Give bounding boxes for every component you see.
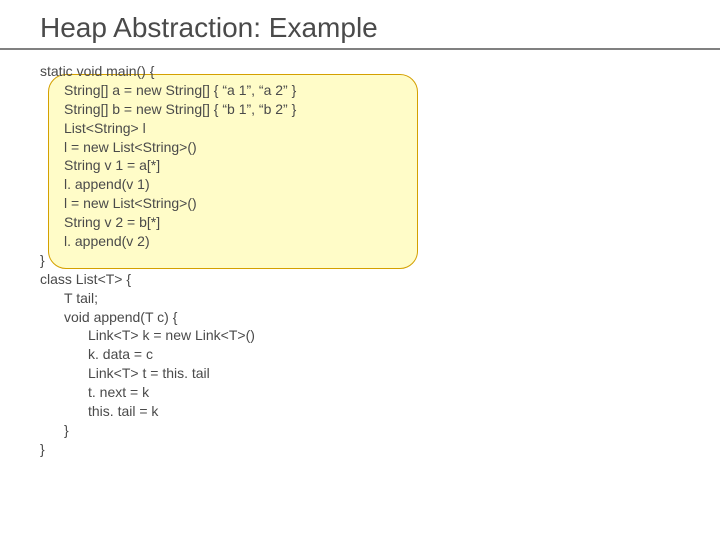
code-block: static void main() { String[] a = new St… xyxy=(40,62,296,459)
code-line: void append(T c) { xyxy=(40,308,296,327)
code-line: l. append(v 2) xyxy=(40,232,296,251)
code-line: t. next = k xyxy=(40,383,296,402)
code-line: T tail; xyxy=(40,289,296,308)
code-line: l = new List<String>() xyxy=(40,194,296,213)
code-line: l = new List<String>() xyxy=(40,138,296,157)
page-title: Heap Abstraction: Example xyxy=(40,12,378,44)
code-line: String[] b = new String[] { “b 1”, “b 2”… xyxy=(40,100,296,119)
code-line: static void main() { xyxy=(40,62,296,81)
code-line: class List<T> { xyxy=(40,270,296,289)
code-line: this. tail = k xyxy=(40,402,296,421)
code-line: String[] a = new String[] { “a 1”, “a 2”… xyxy=(40,81,296,100)
code-line: l. append(v 1) xyxy=(40,175,296,194)
code-line: List<String> l xyxy=(40,119,296,138)
code-line: Link<T> k = new Link<T>() xyxy=(40,326,296,345)
code-line: k. data = c xyxy=(40,345,296,364)
code-line: String v 2 = b[*] xyxy=(40,213,296,232)
code-line: } xyxy=(40,421,296,440)
code-line: String v 1 = a[*] xyxy=(40,156,296,175)
code-line: Link<T> t = this. tail xyxy=(40,364,296,383)
title-underline xyxy=(0,48,720,50)
code-line: } xyxy=(40,440,296,459)
code-line: } xyxy=(40,251,296,270)
